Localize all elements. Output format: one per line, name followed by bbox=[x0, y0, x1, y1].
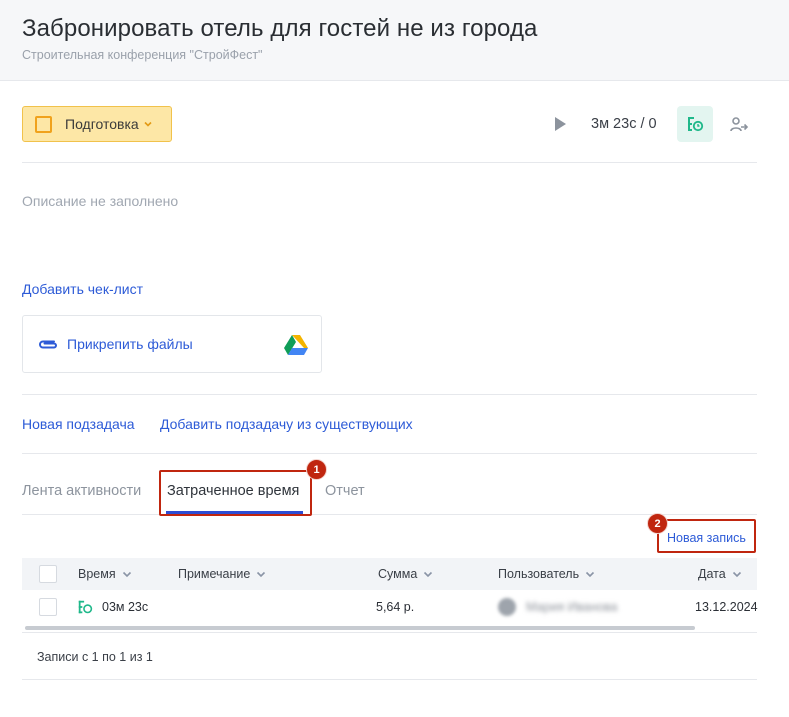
attach-files-label: Прикрепить файлы bbox=[67, 336, 193, 352]
attachments-panel: Прикрепить файлы bbox=[22, 315, 322, 373]
page-header: Забронировать отель для гостей не из гор… bbox=[0, 0, 789, 81]
play-icon[interactable] bbox=[551, 115, 569, 133]
status-dropdown[interactable]: Подготовка bbox=[22, 106, 172, 142]
page-title: Забронировать отель для гостей не из гор… bbox=[22, 15, 538, 42]
chevron-down-icon bbox=[732, 571, 741, 578]
new-subtask-link[interactable]: Новая подзадача bbox=[22, 416, 135, 432]
column-header-note[interactable]: Примечание bbox=[178, 567, 266, 581]
assign-user-icon[interactable] bbox=[729, 115, 749, 135]
callout-badge-2: 2 bbox=[647, 513, 668, 534]
description-field[interactable]: Описание не заполнено bbox=[22, 193, 178, 209]
status-label: Подготовка bbox=[65, 116, 139, 132]
cell-time: 03м 23с bbox=[102, 600, 149, 614]
column-header-sum[interactable]: Сумма bbox=[378, 567, 433, 581]
tabs-divider bbox=[22, 514, 757, 515]
select-all-checkbox[interactable] bbox=[39, 565, 57, 583]
chevron-down-icon bbox=[144, 121, 152, 127]
column-label: Дата bbox=[698, 567, 726, 581]
column-label: Время bbox=[78, 567, 116, 581]
table-row[interactable]: 03м 23с 5,64 р. Мария Иванова 13.12.2024 bbox=[22, 590, 758, 626]
time-tracking-icon bbox=[688, 117, 704, 132]
timer-readout: 3м 23с / 0 bbox=[591, 116, 657, 132]
chevron-down-icon bbox=[257, 571, 266, 578]
chevron-down-icon bbox=[586, 571, 595, 578]
google-drive-icon[interactable] bbox=[284, 334, 308, 355]
chevron-down-icon bbox=[122, 571, 131, 578]
divider bbox=[22, 679, 757, 680]
paperclip-icon bbox=[39, 340, 57, 349]
add-checklist-link[interactable]: Добавить чек-лист bbox=[22, 281, 143, 297]
tab-report[interactable]: Отчет bbox=[325, 483, 365, 499]
cell-sum: 5,64 р. bbox=[376, 600, 415, 614]
tab-activity-feed[interactable]: Лента активности bbox=[22, 483, 141, 499]
cell-date: 13.12.2024 bbox=[695, 600, 758, 614]
callout-box-2 bbox=[657, 519, 756, 553]
time-tracking-button[interactable] bbox=[677, 106, 713, 142]
column-header-time[interactable]: Время bbox=[78, 567, 132, 581]
column-label: Сумма bbox=[378, 567, 418, 581]
avatar bbox=[498, 598, 516, 616]
attach-files-button[interactable]: Прикрепить файлы bbox=[37, 336, 193, 352]
divider bbox=[22, 162, 757, 163]
horizontal-scrollbar[interactable] bbox=[25, 626, 695, 630]
chevron-down-icon bbox=[424, 571, 433, 578]
status-square-icon bbox=[35, 115, 52, 133]
time-table-header: Время Примечание Сумма Пользователь Дата bbox=[22, 558, 757, 590]
column-header-user[interactable]: Пользователь bbox=[498, 567, 595, 581]
time-tracking-icon bbox=[78, 600, 93, 614]
column-label: Пользователь bbox=[498, 567, 580, 581]
column-header-date[interactable]: Дата bbox=[698, 567, 742, 581]
callout-box-1 bbox=[159, 470, 312, 516]
callout-badge-1: 1 bbox=[306, 459, 327, 480]
divider bbox=[22, 632, 757, 633]
project-subtitle: Строительная конференция "СтройФест" bbox=[22, 48, 263, 62]
column-label: Примечание bbox=[178, 567, 251, 581]
add-existing-subtask-link[interactable]: Добавить подзадачу из существующих bbox=[160, 416, 413, 432]
divider bbox=[22, 394, 757, 395]
row-checkbox[interactable] bbox=[39, 598, 57, 616]
pagination-info: Записи с 1 по 1 из 1 bbox=[37, 650, 153, 664]
divider bbox=[22, 453, 757, 454]
cell-user: Мария Иванова bbox=[526, 600, 618, 614]
